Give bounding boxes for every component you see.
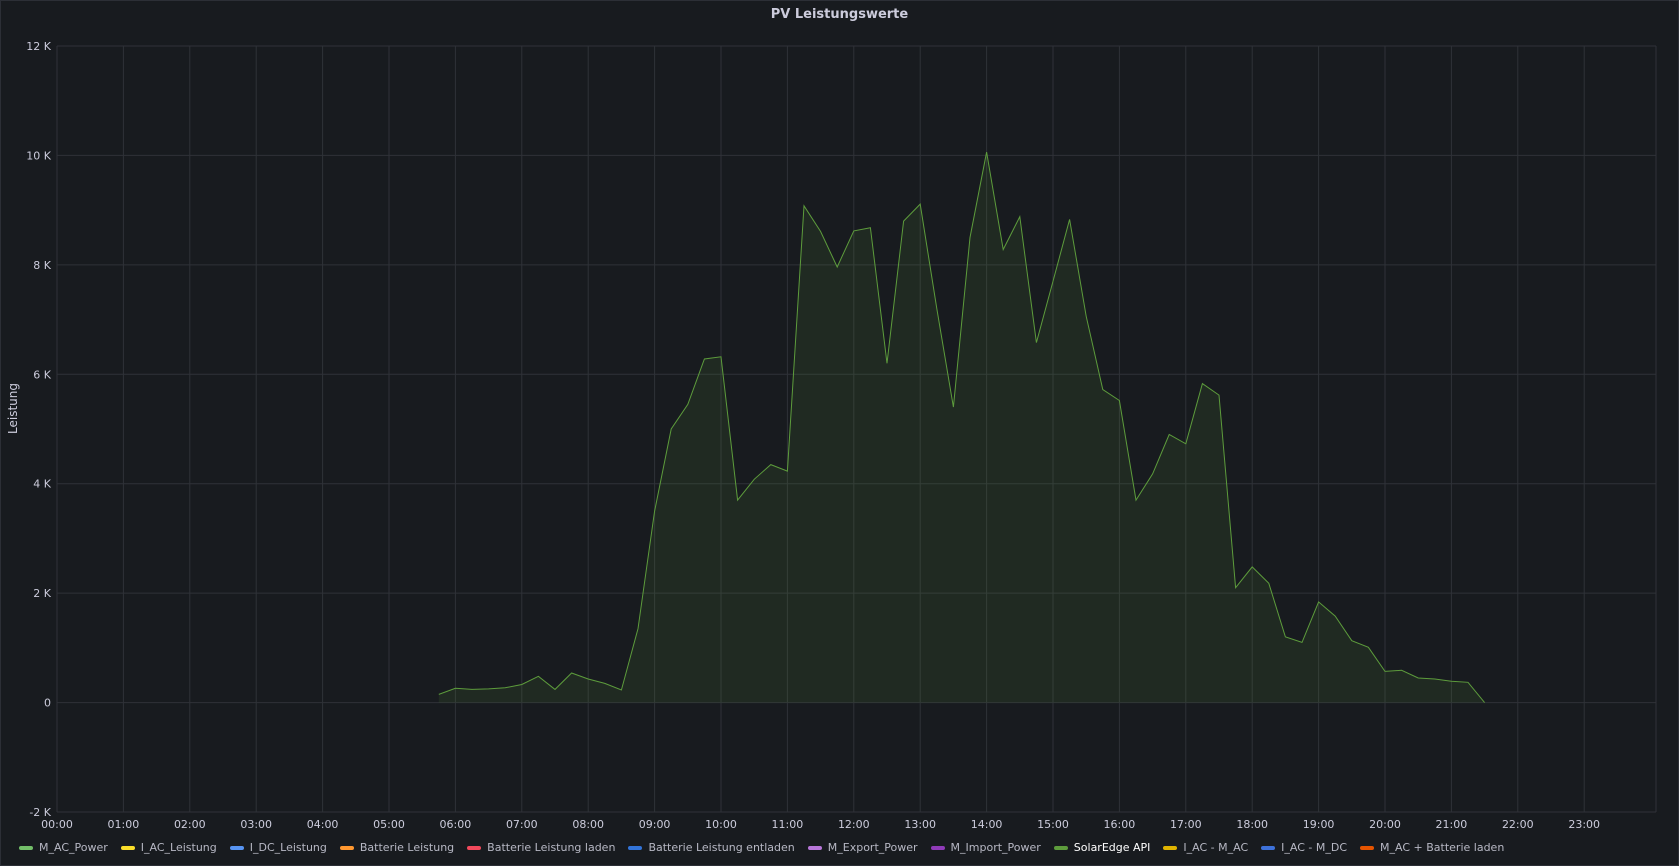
legend-item[interactable]: I_AC - M_DC <box>1261 841 1347 854</box>
legend-label: Batterie Leistung <box>359 841 455 854</box>
y-tick-label: 12 K <box>26 40 51 53</box>
x-tick-label: 15:00 <box>1037 818 1069 831</box>
x-tick-label: 00:00 <box>41 818 73 831</box>
legend-label: SolarEdge API <box>1073 841 1151 854</box>
legend-item[interactable]: M_Export_Power <box>807 841 918 854</box>
legend-swatch <box>339 845 354 850</box>
x-tick-label: 01:00 <box>108 818 140 831</box>
y-tick-label: 0 <box>44 697 51 710</box>
x-tick-label: 20:00 <box>1369 818 1401 831</box>
legend-item[interactable]: I_AC_Leistung <box>120 841 217 854</box>
legend-item[interactable]: Batterie Leistung entladen <box>628 841 795 854</box>
x-tick-label: 12:00 <box>838 818 870 831</box>
legend-item[interactable]: Batterie Leistung <box>339 841 455 854</box>
y-tick-label: 6 K <box>33 368 51 381</box>
legend-swatch <box>467 845 482 850</box>
x-tick-label: 18:00 <box>1236 818 1268 831</box>
legend-swatch <box>1261 845 1276 850</box>
legend-label: M_Import_Power <box>950 841 1041 854</box>
legend-item[interactable]: M_Import_Power <box>930 841 1041 854</box>
legend-label: I_DC_Leistung <box>249 841 327 854</box>
series-area-fill <box>438 152 1485 703</box>
x-tick-label: 16:00 <box>1104 818 1136 831</box>
legend-swatch <box>1163 845 1178 850</box>
legend-item[interactable]: I_AC - M_AC <box>1163 841 1248 854</box>
x-tick-label: 04:00 <box>307 818 339 831</box>
legend-label: I_AC - M_DC <box>1281 841 1348 854</box>
legend-item[interactable]: I_DC_Leistung <box>229 841 327 854</box>
legend-swatch <box>19 845 33 850</box>
legend-label: M_Export_Power <box>827 841 918 854</box>
legend-swatch <box>807 845 822 850</box>
y-tick-label: 4 K <box>33 478 51 491</box>
legend-swatch <box>930 845 945 850</box>
legend-swatch <box>1360 845 1375 850</box>
x-tick-label: 09:00 <box>639 818 671 831</box>
legend-label: I_AC - M_AC <box>1183 841 1249 854</box>
x-tick-label: 23:00 <box>1568 818 1600 831</box>
x-tick-label: 10:00 <box>705 818 737 831</box>
x-tick-label: 22:00 <box>1502 818 1534 831</box>
chart-area[interactable]: -2 K02 K4 K6 K8 K10 K12 K00:00 01:00 02:00… <box>1 1 1679 837</box>
x-tick-label: 11:00 <box>772 818 804 831</box>
legend-swatch <box>229 845 244 850</box>
legend-swatch <box>1053 845 1068 850</box>
legend-item[interactable]: SolarEdge API <box>1053 841 1151 854</box>
legend-label: Batterie Leistung laden <box>487 841 616 854</box>
legend: M_AC_Power I_AC_Leistung I_DC_Leistung Batt… <box>19 841 1668 854</box>
graph-panel: PV Leistungswerte Leistung -2 K02 K4 K6 … <box>0 0 1679 866</box>
x-tick-label: 06:00 <box>440 818 472 831</box>
legend-label: M_AC + Batterie laden <box>1380 841 1505 854</box>
y-tick-label: 2 K <box>33 587 51 600</box>
x-tick-label: 14:00 <box>971 818 1003 831</box>
legend-item[interactable]: M_AC_Power <box>19 841 108 854</box>
x-tick-label: 19:00 <box>1303 818 1335 831</box>
x-tick-label: 21:00 <box>1436 818 1468 831</box>
x-tick-label: 07:00 <box>506 818 538 831</box>
legend-item[interactable]: Batterie Leistung laden <box>467 841 615 854</box>
x-tick-label: 02:00 <box>174 818 206 831</box>
y-tick-label: 10 K <box>26 149 51 162</box>
legend-swatch <box>628 845 643 850</box>
x-tick-label: 03:00 <box>240 818 272 831</box>
legend-label: I_AC_Leistung <box>140 841 217 854</box>
legend-label: M_AC_Power <box>39 841 108 854</box>
legend-label: Batterie Leistung entladen <box>648 841 795 854</box>
x-tick-label: 05:00 <box>373 818 405 831</box>
x-tick-label: 08:00 <box>572 818 604 831</box>
legend-item[interactable]: M_AC + Batterie laden <box>1360 841 1504 854</box>
x-tick-label: 13:00 <box>904 818 936 831</box>
legend-swatch <box>120 845 135 850</box>
y-tick-label: 8 K <box>33 259 51 272</box>
x-tick-label: 17:00 <box>1170 818 1202 831</box>
